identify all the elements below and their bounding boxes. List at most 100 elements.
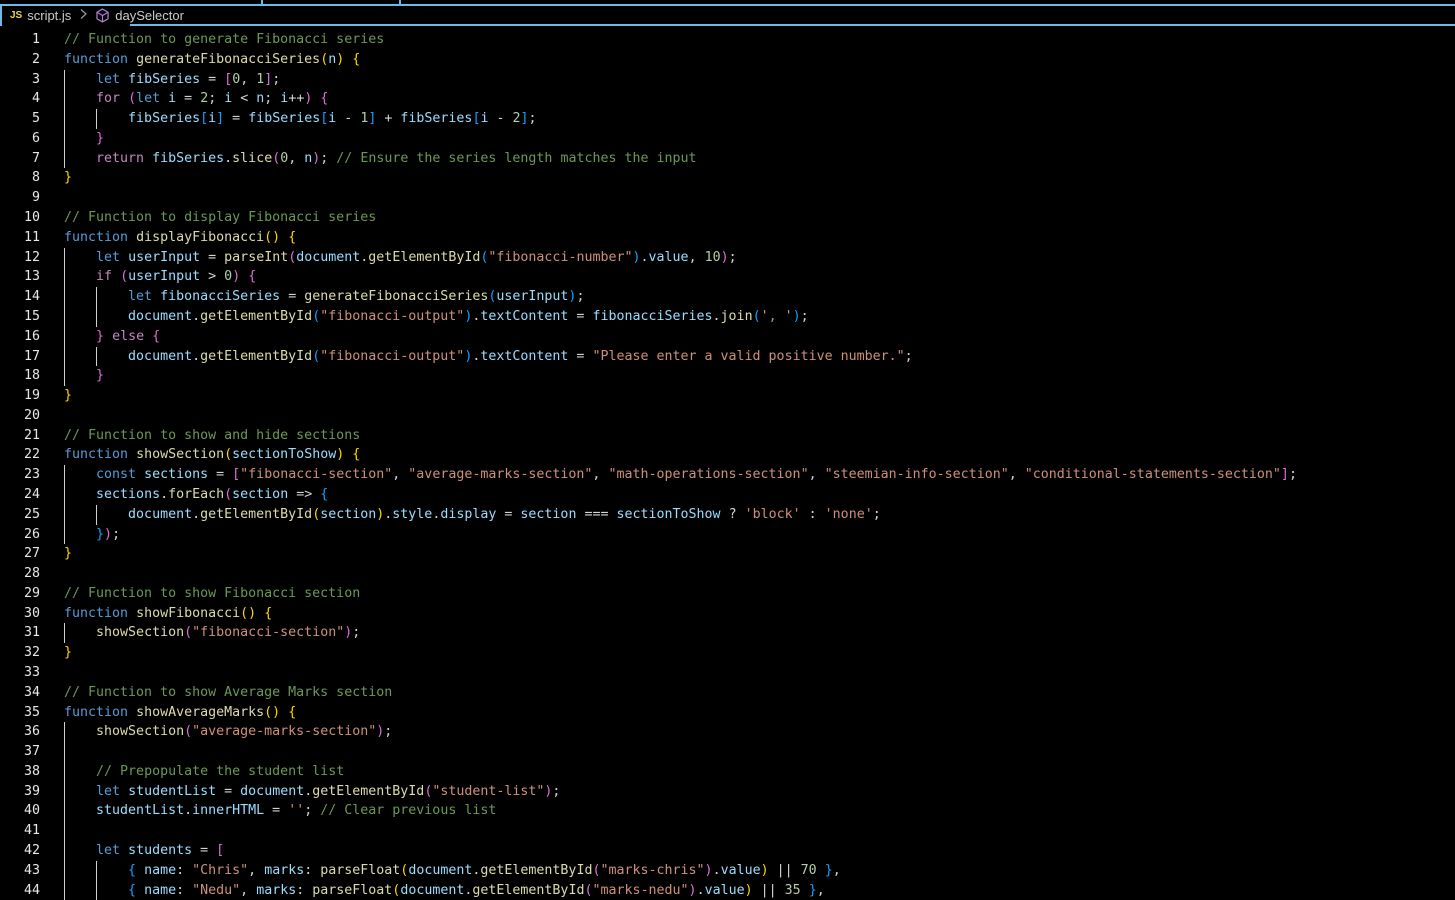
code-line[interactable]: 28: [0, 564, 1455, 584]
code-line[interactable]: 26 });: [0, 524, 1455, 545]
line-number[interactable]: 29: [0, 584, 40, 604]
code-line[interactable]: 35 function showAverageMarks() {: [0, 703, 1455, 723]
code-line[interactable]: 33: [0, 663, 1455, 683]
code-line[interactable]: 4 for (let i = 2; i < n; i++) {: [0, 89, 1455, 110]
code-text: const sections = ["fibonacci-section", "…: [96, 467, 1297, 483]
line-number[interactable]: 1: [0, 30, 40, 50]
line-number[interactable]: 40: [0, 801, 40, 821]
breadcrumb-item-symbol[interactable]: daySelector: [95, 8, 184, 23]
line-number[interactable]: 22: [0, 445, 40, 465]
line-number[interactable]: 34: [0, 683, 40, 703]
code-text: fibSeries[i] = fibSeries[i - 1] + fibSer…: [128, 111, 537, 127]
code-line[interactable]: 15 document.getElementById("fibonacci-ou…: [0, 306, 1455, 327]
line-number[interactable]: 38: [0, 762, 40, 782]
line-number[interactable]: 32: [0, 643, 40, 663]
code-line[interactable]: 21 // Function to show and hide sections: [0, 426, 1455, 446]
code-text: // Function to show Average Marks sectio…: [64, 684, 393, 700]
code-line[interactable]: 13 if (userInput > 0) {: [0, 267, 1455, 288]
line-number[interactable]: 15: [0, 307, 40, 327]
code-line[interactable]: 12 let userInput = parseInt(document.get…: [0, 247, 1455, 268]
code-line[interactable]: 6 }: [0, 128, 1455, 149]
code-line[interactable]: 44 { name: "Nedu", marks: parseFloat(doc…: [0, 880, 1455, 900]
code-line[interactable]: 36 showSection("average-marks-section");: [0, 722, 1455, 743]
line-number[interactable]: 36: [0, 722, 40, 742]
code-line[interactable]: 29 // Function to show Fibonacci section: [0, 584, 1455, 604]
code-line[interactable]: 9: [0, 188, 1455, 208]
code-line[interactable]: 43 { name: "Chris", marks: parseFloat(do…: [0, 860, 1455, 881]
code-line[interactable]: 27}: [0, 544, 1455, 564]
line-number[interactable]: 17: [0, 347, 40, 367]
code-line[interactable]: 17 document.getElementById("fibonacci-ou…: [0, 346, 1455, 367]
code-text: for (let i = 2; i < n; i++) {: [96, 91, 329, 107]
line-number[interactable]: 16: [0, 327, 40, 347]
line-number[interactable]: 41: [0, 821, 40, 841]
line-number[interactable]: 27: [0, 544, 40, 564]
code-line[interactable]: 18 }: [0, 366, 1455, 387]
line-number[interactable]: 44: [0, 881, 40, 900]
line-number[interactable]: 7: [0, 149, 40, 169]
code-line[interactable]: 7 return fibSeries.slice(0, n); // Ensur…: [0, 148, 1455, 169]
indent-guide: [96, 880, 97, 900]
line-number[interactable]: 10: [0, 208, 40, 228]
line-number[interactable]: 42: [0, 841, 40, 861]
line-number[interactable]: 35: [0, 703, 40, 723]
code-line[interactable]: 3 let fibSeries = [0, 1];: [0, 69, 1455, 90]
line-number[interactable]: 3: [0, 70, 40, 90]
breadcrumb-item-file[interactable]: JS script.js: [10, 8, 71, 23]
code-line[interactable]: 24 sections.forEach(section => {: [0, 484, 1455, 505]
code-line[interactable]: 32}: [0, 643, 1455, 663]
code-line[interactable]: 23 const sections = ["fibonacci-section"…: [0, 465, 1455, 485]
code-line[interactable]: 2 function generateFibonacciSeries(n) {: [0, 50, 1455, 70]
line-number[interactable]: 6: [0, 129, 40, 149]
line-number[interactable]: 39: [0, 782, 40, 802]
line-number[interactable]: 20: [0, 406, 40, 426]
code-line[interactable]: 1 // Function to generate Fibonacci serie…: [0, 30, 1455, 50]
code-line[interactable]: 41: [0, 821, 1455, 842]
line-number[interactable]: 24: [0, 485, 40, 505]
code-line[interactable]: 14 let fibonacciSeries = generateFibonac…: [0, 287, 1455, 307]
code-line[interactable]: 30 function showFibonacci() {: [0, 604, 1455, 624]
code-line[interactable]: 31 showSection("fibonacci-section");: [0, 623, 1455, 644]
code-line[interactable]: 42 let students = [: [0, 841, 1455, 861]
line-number[interactable]: 8: [0, 168, 40, 188]
line-number[interactable]: 11: [0, 228, 40, 248]
code-line[interactable]: 34 // Function to show Average Marks sect…: [0, 683, 1455, 703]
code-lines: 1 // Function to generate Fibonacci serie…: [0, 30, 1455, 900]
code-line[interactable]: 8}: [0, 168, 1455, 188]
line-number[interactable]: 25: [0, 505, 40, 525]
code-line[interactable]: 10 // Function to display Fibonacci serie…: [0, 208, 1455, 228]
line-number[interactable]: 2: [0, 50, 40, 70]
code-text: });: [96, 526, 121, 542]
line-number[interactable]: 37: [0, 742, 40, 762]
line-number[interactable]: 33: [0, 663, 40, 683]
code-line[interactable]: 38 // Prepopulate the student list: [0, 761, 1455, 782]
line-number[interactable]: 23: [0, 465, 40, 485]
line-number[interactable]: 12: [0, 248, 40, 268]
line-number[interactable]: 28: [0, 564, 40, 584]
code-line[interactable]: 19}: [0, 386, 1455, 406]
code-line[interactable]: 16 } else {: [0, 326, 1455, 347]
code-line[interactable]: 20: [0, 406, 1455, 426]
line-number[interactable]: 13: [0, 267, 40, 287]
line-number[interactable]: 19: [0, 386, 40, 406]
line-number[interactable]: 30: [0, 604, 40, 624]
code-text: function showAverageMarks() {: [64, 704, 297, 720]
line-number[interactable]: 31: [0, 623, 40, 643]
line-number[interactable]: 14: [0, 287, 40, 307]
line-number[interactable]: 43: [0, 861, 40, 881]
line-number[interactable]: 26: [0, 525, 40, 545]
code-line[interactable]: 40 studentList.innerHTML = ''; // Clear …: [0, 801, 1455, 822]
line-number[interactable]: 9: [0, 188, 40, 208]
code-line[interactable]: 5 fibSeries[i] = fibSeries[i - 1] + fibS…: [0, 109, 1455, 129]
tab-separator-tick: [399, 0, 401, 4]
line-number[interactable]: 18: [0, 366, 40, 386]
line-number[interactable]: 21: [0, 426, 40, 446]
code-line[interactable]: 11 function displayFibonacci() {: [0, 228, 1455, 248]
indent-guide: [64, 267, 65, 288]
code-line[interactable]: 39 let studentList = document.getElement…: [0, 781, 1455, 802]
code-line[interactable]: 22 function showSection(sectionToShow) {: [0, 445, 1455, 465]
line-number[interactable]: 4: [0, 89, 40, 109]
line-number[interactable]: 5: [0, 109, 40, 129]
code-line[interactable]: 25 document.getElementById(section).styl…: [0, 504, 1455, 525]
code-line[interactable]: 37: [0, 742, 1455, 762]
